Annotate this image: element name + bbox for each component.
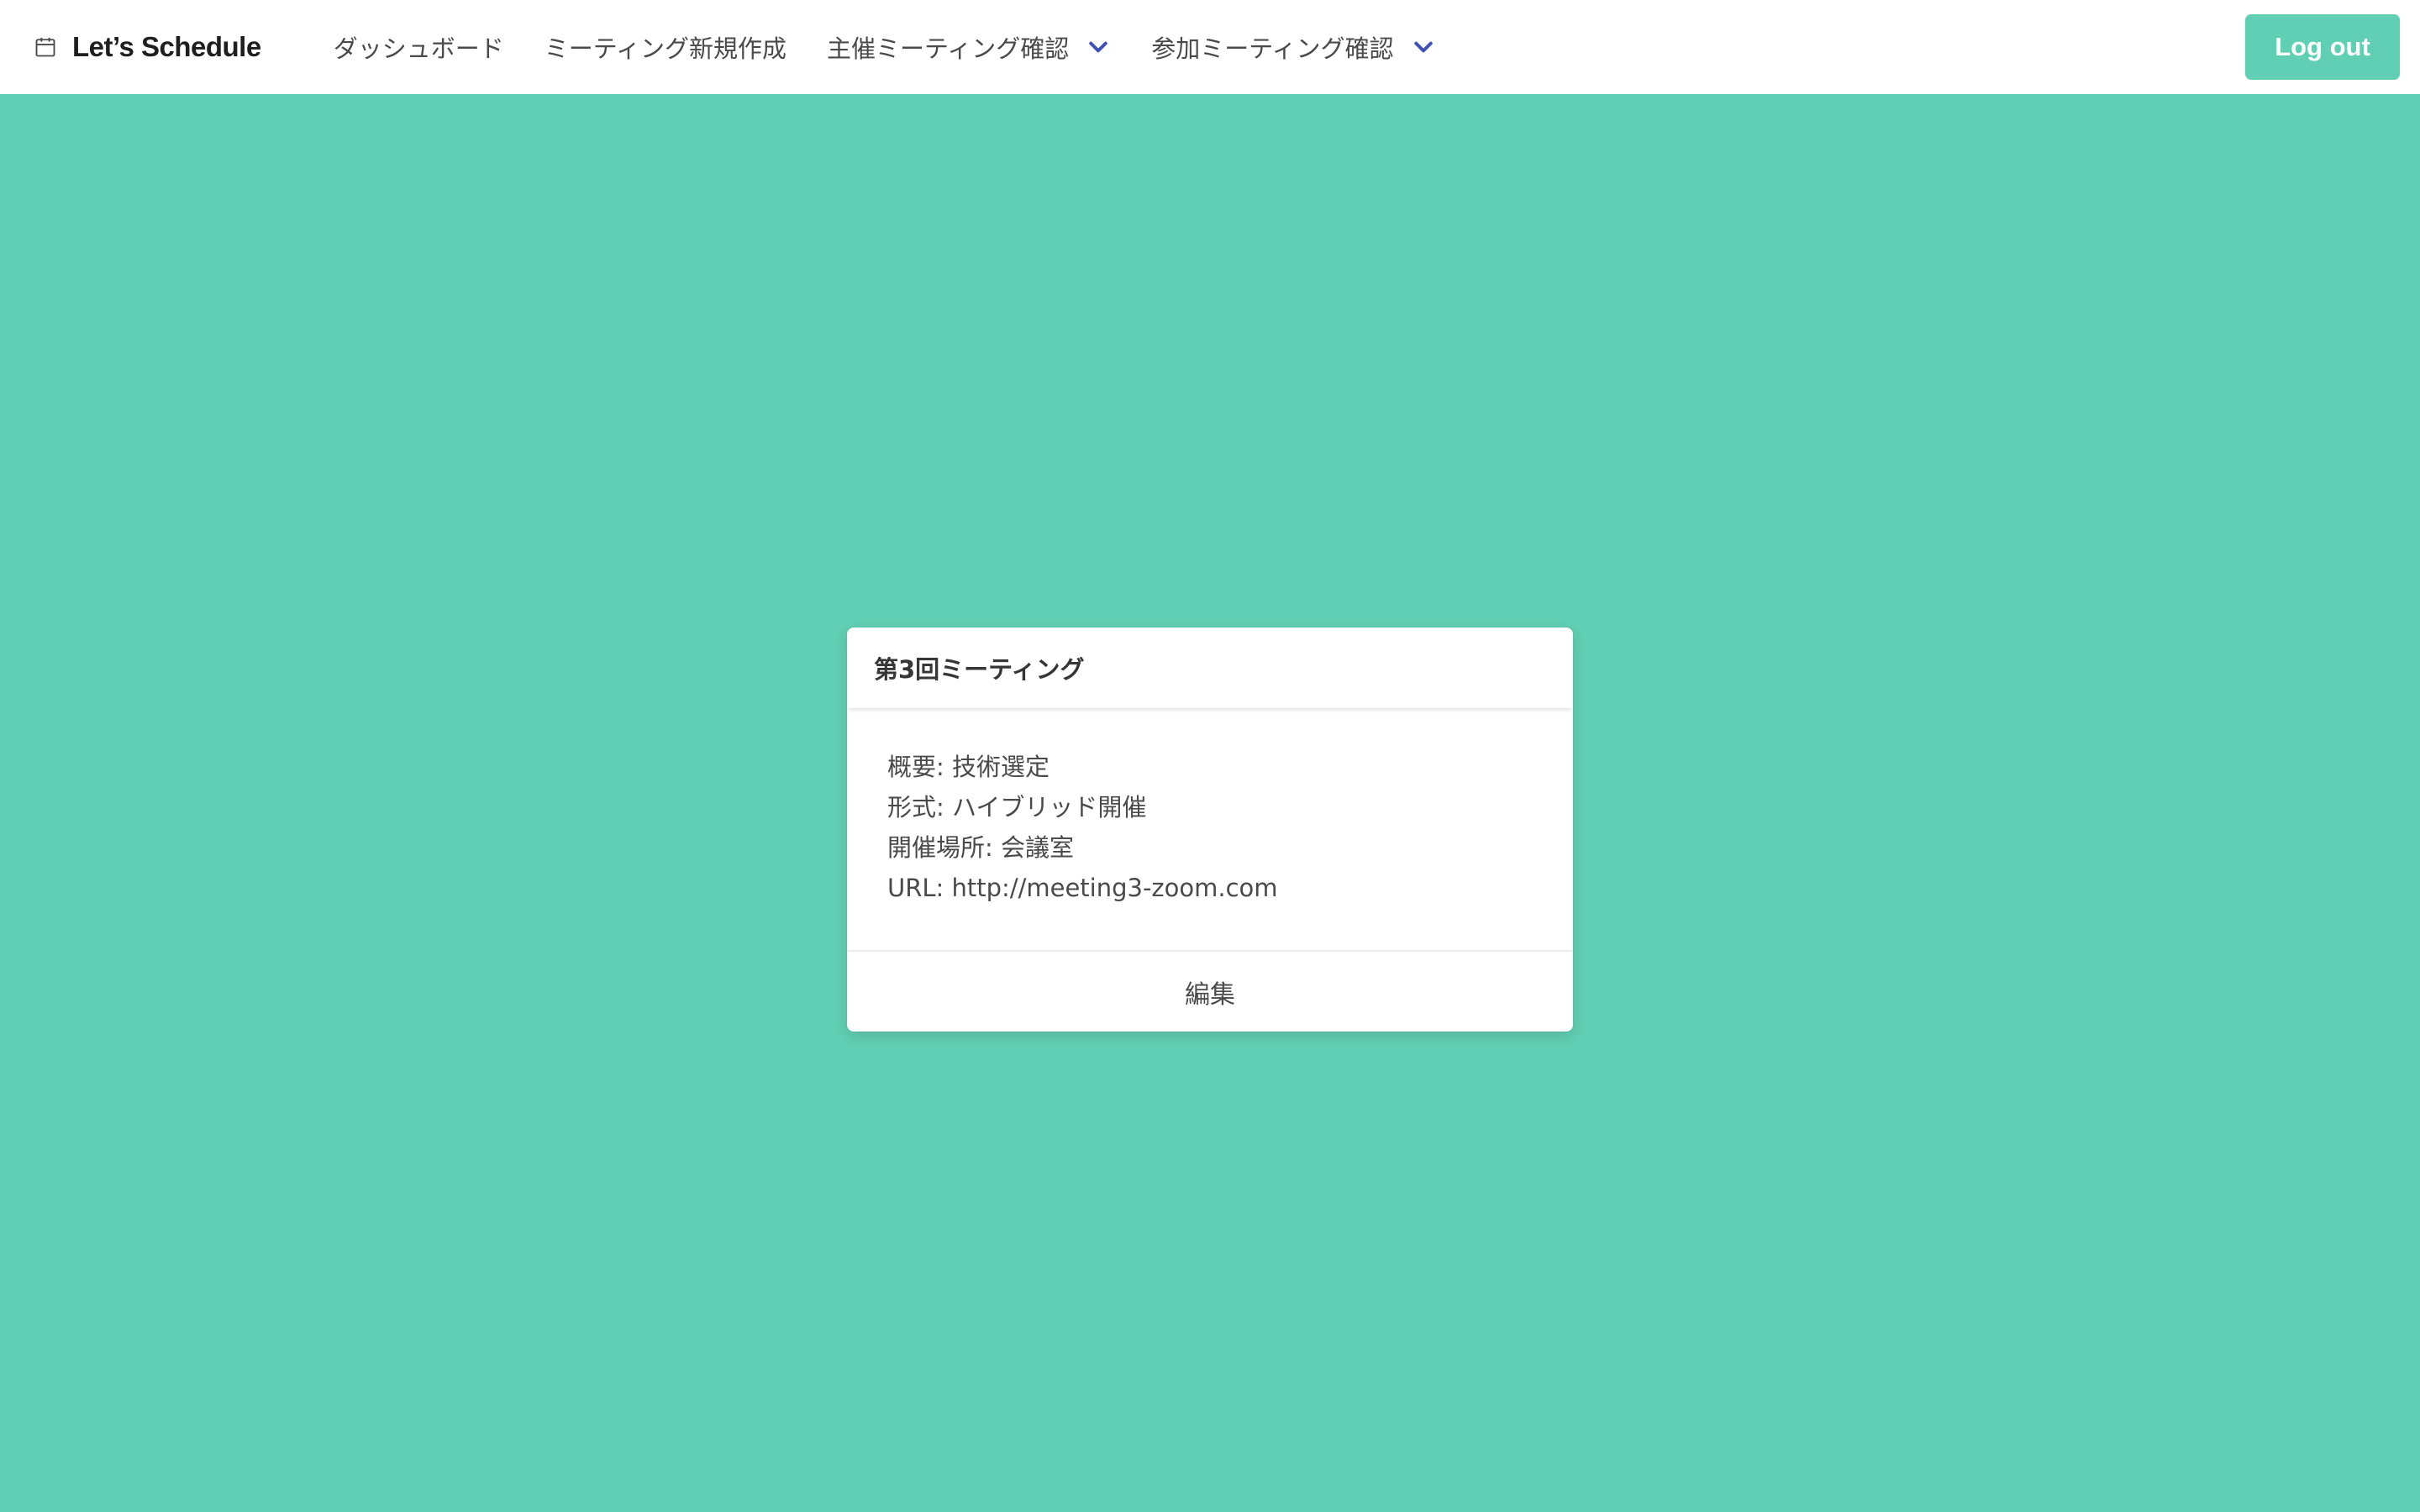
- card-header: 第3回ミーティング: [847, 627, 1573, 708]
- chevron-down-icon[interactable]: [1086, 34, 1111, 60]
- nav-item-dashboard[interactable]: ダッシュボード: [313, 0, 524, 94]
- meeting-card: 第3回ミーティング 概要: 技術選定 形式: ハイブリッド開催 開催場所: 会議…: [847, 627, 1573, 1032]
- nav-dropdown-hosted-meetings[interactable]: 主催ミーティング確認: [807, 0, 1131, 94]
- chevron-down-icon[interactable]: [1411, 34, 1436, 60]
- meeting-location: 開催場所: 会議室: [887, 833, 1074, 862]
- nav-dropdown-joined-meetings[interactable]: 参加ミーティング確認: [1131, 0, 1455, 94]
- nav-item-label: ダッシュボード: [333, 34, 504, 63]
- meeting-url: URL: http://meeting3-zoom.com: [887, 874, 1278, 902]
- card-footer: 編集: [847, 950, 1573, 1032]
- nav-menu: ダッシュボード ミーティング新規作成 主催ミーティング確認 参加ミーティング確認: [313, 0, 1456, 94]
- logout-button[interactable]: Log out: [2245, 14, 2400, 80]
- nav-item-label: 主催ミーティング確認: [826, 34, 1070, 63]
- navbar: Let’s Schedule ダッシュボード ミーティング新規作成 主催ミーティ…: [0, 0, 2420, 94]
- edit-link[interactable]: 編集: [1185, 974, 1235, 1011]
- meeting-summary: 概要: 技術選定: [887, 753, 1050, 781]
- meeting-title: 第3回ミーティング: [874, 655, 1085, 684]
- brand[interactable]: Let’s Schedule: [34, 0, 261, 94]
- nav-item-label: ミーティング新規作成: [544, 34, 786, 63]
- app-title: Let’s Schedule: [72, 31, 261, 62]
- card-content: 概要: 技術選定 形式: ハイブリッド開催 開催場所: 会議室 URL: htt…: [847, 708, 1573, 908]
- nav-item-label: 参加ミーティング確認: [1151, 34, 1394, 63]
- nav-item-new-meeting[interactable]: ミーティング新規作成: [524, 0, 807, 94]
- meeting-format: 形式: ハイブリッド開催: [887, 793, 1147, 822]
- calendar-icon: [34, 35, 57, 59]
